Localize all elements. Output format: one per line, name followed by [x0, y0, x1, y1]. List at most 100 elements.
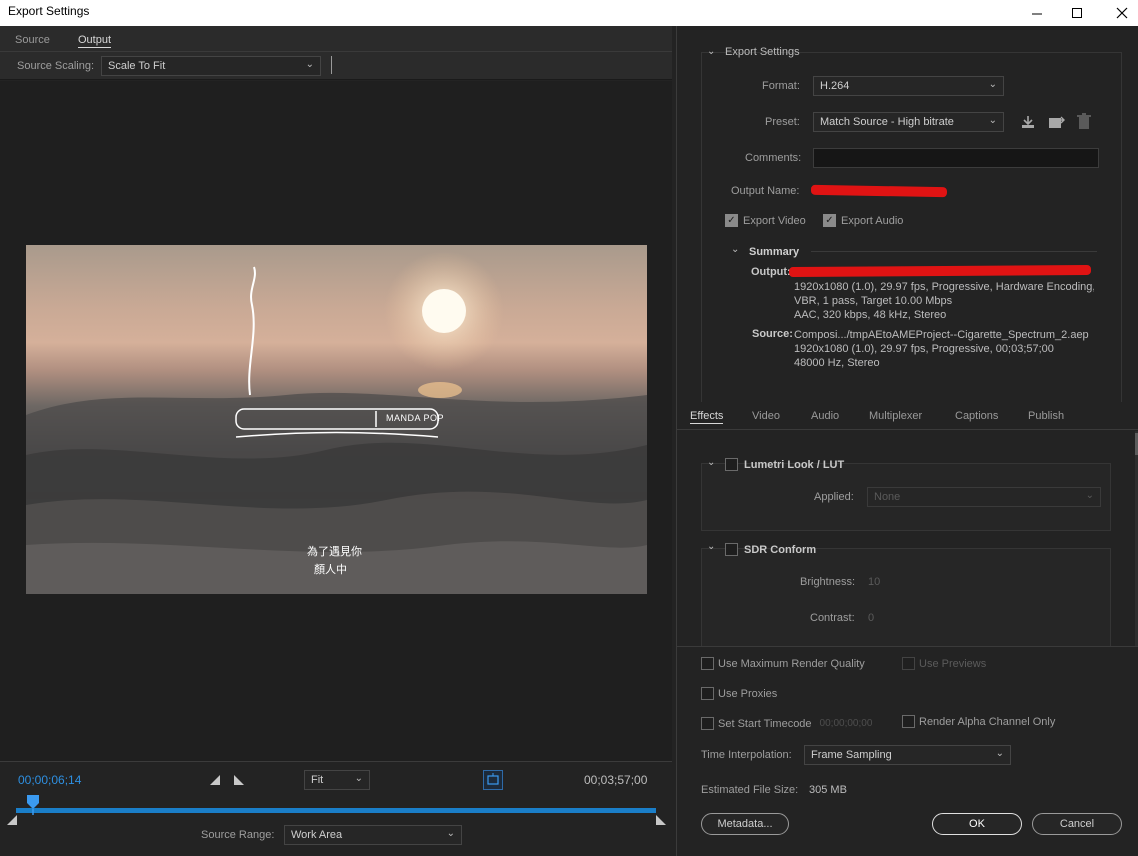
preset-dropdown[interactable]: Match Source - High bitrate ⌄ [813, 112, 1004, 132]
max-render-quality-label: Use Maximum Render Quality [718, 657, 865, 670]
tab-video[interactable]: Video [752, 410, 780, 422]
playhead-handle[interactable] [27, 795, 40, 818]
source-scaling-value: Scale To Fit [108, 60, 166, 72]
ocean-scene [26, 251, 647, 594]
source-range-dropdown[interactable]: Work Area ⌄ [284, 825, 462, 845]
settings-tabs: Effects Video Audio Multiplexer Captions… [677, 402, 1138, 430]
preset-label: Preset: [765, 116, 800, 128]
chevron-down-icon[interactable]: ⌄ [707, 457, 715, 468]
source-line-1: Composi.../tmpAEtoAMEProject--Cigarette_… [794, 329, 1089, 341]
set-in-point-icon[interactable] [210, 774, 220, 788]
video-preview: MANDA POP 為了遇見你 顏人中 [26, 245, 647, 594]
format-label: Format: [762, 80, 800, 92]
source-scaling-dropdown[interactable]: Scale To Fit ⌄ [101, 56, 321, 76]
tab-output[interactable]: Output [78, 34, 112, 48]
output-line-2: VBR, 1 pass, Target 10.00 Mbps [794, 295, 953, 307]
format-dropdown[interactable]: H.264 ⌄ [813, 76, 1004, 96]
contrast-value[interactable]: 0 [868, 612, 874, 624]
title-bar: Export Settings [0, 0, 1138, 26]
overlay-line-2: 顏人中 [314, 564, 347, 576]
start-timecode-label: Set Start Timecode [718, 717, 812, 730]
summary-source-label: Source: [752, 328, 793, 340]
zoom-value: Fit [311, 774, 324, 786]
divider [331, 56, 332, 74]
source-scaling-bar: Source Scaling: Scale To Fit ⌄ [0, 52, 672, 80]
export-video-label: Export Video [743, 214, 806, 227]
applied-dropdown[interactable]: None ⌄ [867, 487, 1101, 507]
export-settings-header: Export Settings [725, 46, 800, 58]
window-title: Export Settings [8, 4, 90, 18]
checkbox-checked-icon: ✓ [823, 214, 836, 227]
chevron-down-icon: ⌄ [305, 59, 314, 70]
comments-label: Comments: [745, 152, 802, 164]
end-timecode: 00;03;57;00 [584, 773, 648, 787]
chevron-down-icon: ⌄ [988, 115, 997, 126]
alpha-only-checkbox[interactable]: Render Alpha Channel Only [902, 715, 1055, 728]
use-previews-label: Use Previews [919, 657, 987, 670]
maximize-icon[interactable] [1054, 0, 1100, 26]
max-render-quality-checkbox[interactable]: Use Maximum Render Quality [701, 657, 865, 670]
effects-panel: ⌄ Lumetri Look / LUT Applied: None ⌄ ⌄ S… [677, 431, 1138, 646]
delete-preset-icon[interactable] [1076, 113, 1092, 133]
zoom-dropdown[interactable]: Fit ⌄ [304, 770, 370, 790]
file-size-value: 305 MB [809, 784, 847, 796]
summary-output-details: 1920x1080 (1.0), 29.97 fps, Progressive,… [794, 280, 1094, 322]
tab-captions[interactable]: Captions [955, 410, 998, 422]
start-timecode-checkbox[interactable]: Set Start Timecode 00;00;00;00 [701, 717, 872, 730]
checkbox-icon [701, 657, 714, 670]
timeline-track[interactable] [16, 808, 656, 813]
checkbox-icon [902, 715, 915, 728]
checkbox-icon [701, 717, 714, 730]
overlay-line-1: 為了遇見你 [307, 546, 362, 558]
summary-divider [811, 251, 1097, 252]
format-value: H.264 [820, 80, 850, 92]
sdr-title: SDR Conform [744, 544, 817, 556]
save-preset-icon[interactable] [1020, 114, 1036, 133]
sdr-section [701, 548, 1111, 646]
lumetri-title: Lumetri Look / LUT [744, 459, 845, 471]
tab-effects[interactable]: Effects [690, 410, 724, 424]
tab-audio[interactable]: Audio [811, 410, 839, 422]
checkbox-checked-icon: ✓ [725, 214, 738, 227]
summary-header: Summary [749, 246, 800, 258]
cancel-button[interactable]: Cancel [1032, 813, 1122, 835]
use-proxies-checkbox[interactable]: Use Proxies [701, 687, 777, 700]
preview-tabs: Source Output [0, 26, 672, 52]
file-size-label: Estimated File Size: [701, 784, 799, 796]
sdr-checkbox[interactable] [725, 543, 738, 556]
collapse-chevron-icon[interactable]: ⌄ [707, 46, 715, 57]
time-interpolation-dropdown[interactable]: Frame Sampling ⌄ [804, 745, 1011, 765]
in-point-marker[interactable] [7, 814, 17, 828]
source-range-value: Work Area [291, 829, 343, 841]
ok-button[interactable]: OK [932, 813, 1022, 835]
tab-publish[interactable]: Publish [1028, 410, 1064, 422]
chevron-down-icon: ⌄ [446, 828, 455, 839]
export-audio-checkbox[interactable]: ✓ Export Audio [823, 214, 903, 227]
options-panel: Use Maximum Render Quality Use Previews … [677, 646, 1138, 856]
brightness-label: Brightness: [800, 576, 856, 588]
export-video-checkbox[interactable]: ✓ Export Video [725, 214, 806, 227]
out-point-marker[interactable] [656, 814, 666, 828]
source-line-3: 48000 Hz, Stereo [794, 357, 880, 369]
tab-source[interactable]: Source [15, 34, 50, 46]
summary-chevron-icon[interactable]: ⌄ [731, 244, 739, 255]
use-proxies-label: Use Proxies [718, 687, 778, 700]
use-previews-checkbox[interactable]: Use Previews [902, 657, 986, 670]
source-line-2: 1920x1080 (1.0), 29.97 fps, Progressive,… [794, 343, 1054, 355]
source-range-label: Source Range: [201, 829, 275, 841]
tab-multiplexer[interactable]: Multiplexer [869, 410, 922, 422]
alpha-only-label: Render Alpha Channel Only [919, 715, 1056, 728]
chevron-down-icon[interactable]: ⌄ [707, 541, 715, 552]
comments-input[interactable] [813, 148, 1099, 168]
metadata-button[interactable]: Metadata... [701, 813, 789, 835]
brightness-value[interactable]: 10 [868, 576, 880, 588]
contrast-label: Contrast: [810, 612, 855, 624]
lumetri-checkbox[interactable] [725, 458, 738, 471]
close-icon[interactable] [1099, 0, 1138, 26]
set-out-point-icon[interactable] [234, 774, 244, 788]
aspect-correction-icon[interactable] [483, 770, 503, 790]
current-timecode[interactable]: 00;00;06;14 [18, 773, 81, 787]
preset-value: Match Source - High bitrate [820, 116, 954, 128]
import-preset-icon[interactable] [1048, 114, 1066, 133]
settings-panel: ⌄ Export Settings Format: H.264 ⌄ Preset… [676, 26, 1138, 856]
